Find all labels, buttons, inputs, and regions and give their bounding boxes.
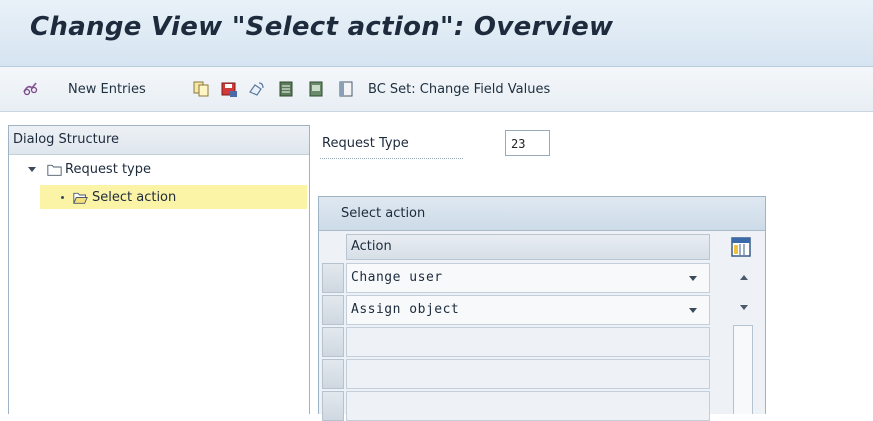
- select-action-table: Select action Action Change user Assign …: [318, 196, 766, 421]
- expand-triangle-icon[interactable]: [28, 166, 36, 172]
- tree-item-request-type[interactable]: Request type: [28, 157, 151, 181]
- deselect-all-button[interactable]: [337, 78, 355, 100]
- new-entries-button[interactable]: New Entries: [68, 78, 146, 100]
- request-type-label: Request Type: [322, 136, 409, 151]
- table-row-action-cell[interactable]: [346, 359, 710, 389]
- row-selector[interactable]: [322, 391, 344, 421]
- select-block-button[interactable]: [307, 78, 325, 100]
- bc-set-button[interactable]: BC Set: Change Field Values: [368, 78, 550, 100]
- field-label-underline: [320, 158, 463, 159]
- table-row-action-cell[interactable]: [346, 327, 710, 357]
- row-selector[interactable]: [322, 295, 344, 325]
- display-change-button[interactable]: [22, 78, 40, 100]
- row-selector[interactable]: [322, 359, 344, 389]
- select-block-icon: [309, 81, 323, 97]
- bc-set-label: BC Set: Change Field Values: [368, 81, 551, 97]
- folder-icon: [47, 164, 62, 176]
- scroll-up-arrow-icon[interactable]: [740, 275, 748, 280]
- row-selector[interactable]: [322, 327, 344, 357]
- request-type-field[interactable]: 23: [505, 130, 550, 156]
- dialog-structure-header: Dialog Structure: [9, 126, 309, 155]
- undo-button[interactable]: [247, 78, 265, 100]
- row-selector[interactable]: [322, 263, 344, 293]
- column-header-action[interactable]: Action: [346, 234, 710, 260]
- title-bar: Change View "Select action": Overview: [0, 0, 873, 67]
- new-entries-label: New Entries: [68, 81, 146, 97]
- copy-icon: [193, 81, 209, 97]
- table-row-action-cell[interactable]: Assign object: [346, 295, 710, 325]
- table-title: Select action: [319, 197, 765, 231]
- copy-button[interactable]: [192, 78, 210, 100]
- table-settings-icon[interactable]: [731, 237, 751, 257]
- undo-icon: [249, 82, 264, 96]
- table-row-action-cell[interactable]: [346, 391, 710, 421]
- vertical-scrollbar[interactable]: [733, 325, 753, 414]
- bullet-icon: [61, 195, 64, 199]
- tree-item-select-action[interactable]: Select action: [40, 185, 307, 209]
- dropdown-arrow-icon[interactable]: [689, 276, 697, 281]
- select-all-icon: [279, 81, 293, 97]
- action-value: Change user: [351, 270, 443, 285]
- open-folder-icon: [73, 192, 88, 204]
- table-row-action-cell[interactable]: Change user: [346, 263, 710, 293]
- deselect-icon: [339, 81, 353, 97]
- action-value: Assign object: [351, 302, 460, 317]
- save-icon: [221, 82, 237, 97]
- scroll-down-arrow-icon[interactable]: [740, 305, 748, 310]
- glasses-icon: [23, 82, 38, 96]
- tree-item-label: Request type: [65, 161, 151, 177]
- application-toolbar: New Entries BC Set: Change Field Values: [0, 67, 873, 112]
- save-button[interactable]: [220, 78, 238, 100]
- select-all-button[interactable]: [277, 78, 295, 100]
- page-title: Change View "Select action": Overview: [30, 12, 614, 42]
- dropdown-arrow-icon[interactable]: [689, 308, 697, 313]
- tree-item-label: Select action: [92, 189, 177, 205]
